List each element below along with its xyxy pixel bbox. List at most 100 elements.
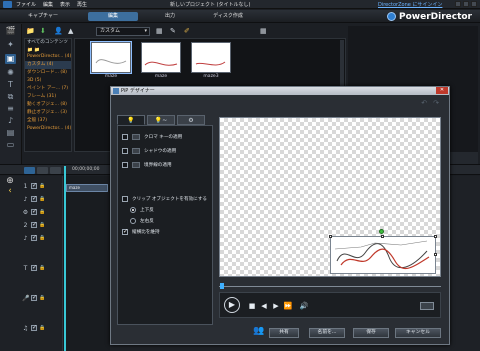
flip-checkbox[interactable] [122, 195, 128, 202]
lock-icon[interactable]: 🔒 [39, 209, 45, 215]
track-enable-checkbox[interactable] [31, 294, 37, 301]
redo-icon[interactable]: ↷ [433, 99, 439, 107]
track-enable-checkbox[interactable] [31, 221, 37, 228]
cancel-button[interactable]: キャンセル [395, 328, 441, 338]
dialog-close-button[interactable]: ✕ [436, 87, 448, 94]
tab-produce[interactable]: 出力 [145, 12, 195, 21]
seek-bar[interactable] [219, 283, 441, 290]
media-room-icon[interactable]: 🎬 [5, 26, 16, 36]
menu-edit[interactable]: 編集 [43, 1, 53, 8]
menu-playback[interactable]: 再生 [77, 1, 87, 8]
pip-object[interactable] [330, 236, 436, 274]
track-enable-checkbox[interactable] [31, 182, 37, 189]
user-icon[interactable]: 👤 [54, 27, 64, 36]
tree-item-custom[interactable]: カスタム (4) [25, 61, 71, 69]
lock-icon[interactable]: 🔒 [39, 235, 45, 241]
track-manager-button[interactable] [50, 167, 61, 174]
tree-item[interactable]: フレーム (31) [25, 93, 71, 101]
lock-icon[interactable]: 🔒 [39, 222, 45, 228]
resize-handle[interactable] [434, 235, 437, 238]
close-window-button[interactable] [471, 1, 477, 7]
prev-frame-button[interactable]: ◀ [258, 300, 270, 312]
lock-icon[interactable]: 🔒 [39, 183, 45, 189]
aspect-checkbox[interactable] [122, 228, 128, 235]
tab-properties[interactable]: 💡 [117, 115, 145, 125]
resize-handle[interactable] [329, 235, 332, 238]
shadow-checkbox[interactable] [122, 147, 128, 154]
back-arrow-icon[interactable]: ‹ [4, 186, 16, 198]
save-as-button[interactable]: 名前を... [309, 328, 345, 338]
audio-mixing-icon[interactable]: ≡ [5, 104, 16, 114]
transition-room-icon[interactable]: ⧉ [5, 92, 16, 102]
tree-item[interactable]: 3D (5) [25, 77, 71, 85]
save-button[interactable]: 保存 [353, 328, 389, 338]
minimize-button[interactable] [455, 1, 461, 7]
next-frame-button[interactable]: ▶ [270, 300, 282, 312]
tree-item[interactable]: PowerDirector... (4) [25, 53, 71, 61]
display-mode-button[interactable] [420, 302, 434, 310]
menu-file[interactable]: ファイル [16, 1, 36, 8]
stop-button[interactable]: ■ [246, 300, 258, 312]
maximize-button[interactable] [463, 1, 469, 7]
share-button[interactable]: 共有 [269, 328, 299, 338]
timeline-track-area[interactable] [62, 176, 110, 351]
brush-icon[interactable]: ✐ [184, 27, 194, 36]
track-enable-checkbox[interactable] [31, 324, 37, 331]
effect-room-icon[interactable]: ✦ [5, 40, 16, 50]
download-icon[interactable]: ⬇ [40, 27, 50, 36]
track-enable-checkbox[interactable] [31, 195, 37, 202]
thumbnail-size-icon[interactable]: ▦ [260, 27, 270, 36]
lock-icon[interactable]: 🔒 [39, 295, 45, 301]
timeline-view-button[interactable] [24, 167, 35, 174]
lock-icon[interactable]: 🔒 [39, 196, 45, 202]
pip-preview-canvas[interactable] [219, 117, 441, 277]
lock-icon[interactable]: 🔒 [39, 265, 45, 271]
tab-create-disc[interactable]: ディスク作成 [198, 12, 258, 21]
library-filter-dropdown[interactable]: カスタム [96, 27, 150, 36]
tab-capture[interactable]: キャプチャー [18, 12, 68, 21]
tree-item[interactable]: ダウンロード... (8) [25, 69, 71, 77]
timeline-clip[interactable]: maze [66, 184, 108, 192]
track-enable-checkbox[interactable] [31, 264, 37, 271]
flip-leftright-radio[interactable] [130, 217, 136, 224]
volume-icon[interactable]: 🔊 [298, 300, 310, 312]
resize-handle[interactable] [434, 253, 437, 256]
directorzone-signin-link[interactable]: DirectorZone にサインイン [378, 1, 442, 8]
grid-view-icon[interactable]: ▦ [156, 27, 166, 36]
tab-motion[interactable]: 💡~ [147, 115, 175, 125]
voiceover-icon[interactable]: ♪ [5, 116, 16, 126]
menu-view[interactable]: 表示 [60, 1, 70, 8]
rotate-handle[interactable] [379, 229, 384, 234]
tree-item[interactable]: 静止オブジェ... (3) [25, 109, 71, 117]
tree-item[interactable]: 全般 (37) [25, 117, 71, 125]
tab-settings[interactable]: ⚙ [177, 115, 205, 125]
border-checkbox[interactable] [122, 161, 128, 168]
chapter-room-icon[interactable]: ▤ [5, 128, 16, 138]
resize-handle[interactable] [381, 235, 384, 238]
tree-item[interactable]: 動くオブジェ... (8) [25, 101, 71, 109]
tree-item-all[interactable]: すべてのコンテンツ [25, 39, 71, 47]
library-thumbnail[interactable] [141, 42, 181, 73]
tab-edit[interactable]: 編集 [88, 12, 138, 21]
import-folder-icon[interactable]: 📁 [26, 27, 36, 36]
paint-icon[interactable]: ✎ [170, 27, 180, 36]
tree-item[interactable]: PowerDirector... (4) [25, 125, 71, 133]
subtitle-room-icon[interactable]: ▭ [5, 140, 16, 150]
library-thumbnail[interactable] [90, 41, 132, 74]
tree-item[interactable]: ペイント アー... (7) [25, 85, 71, 93]
particle-room-icon[interactable]: ✺ [5, 68, 16, 78]
play-button[interactable]: ▶ [224, 297, 240, 313]
track-enable-checkbox[interactable] [31, 208, 37, 215]
track-enable-checkbox[interactable] [31, 234, 37, 241]
fast-forward-button[interactable]: ⏩ [282, 300, 294, 312]
title-room-icon[interactable]: T [5, 80, 16, 90]
seek-thumb[interactable] [220, 283, 224, 289]
timeline-playhead[interactable] [64, 166, 66, 351]
flip-updown-radio[interactable] [130, 206, 136, 213]
undo-icon[interactable]: ↶ [421, 99, 427, 107]
lock-icon[interactable]: 🔒 [39, 325, 45, 331]
library-thumbnail[interactable] [191, 42, 231, 73]
chroma-key-checkbox[interactable] [122, 133, 128, 140]
pip-room-icon[interactable]: ▣ [5, 54, 16, 64]
storyboard-view-button[interactable] [37, 167, 48, 174]
